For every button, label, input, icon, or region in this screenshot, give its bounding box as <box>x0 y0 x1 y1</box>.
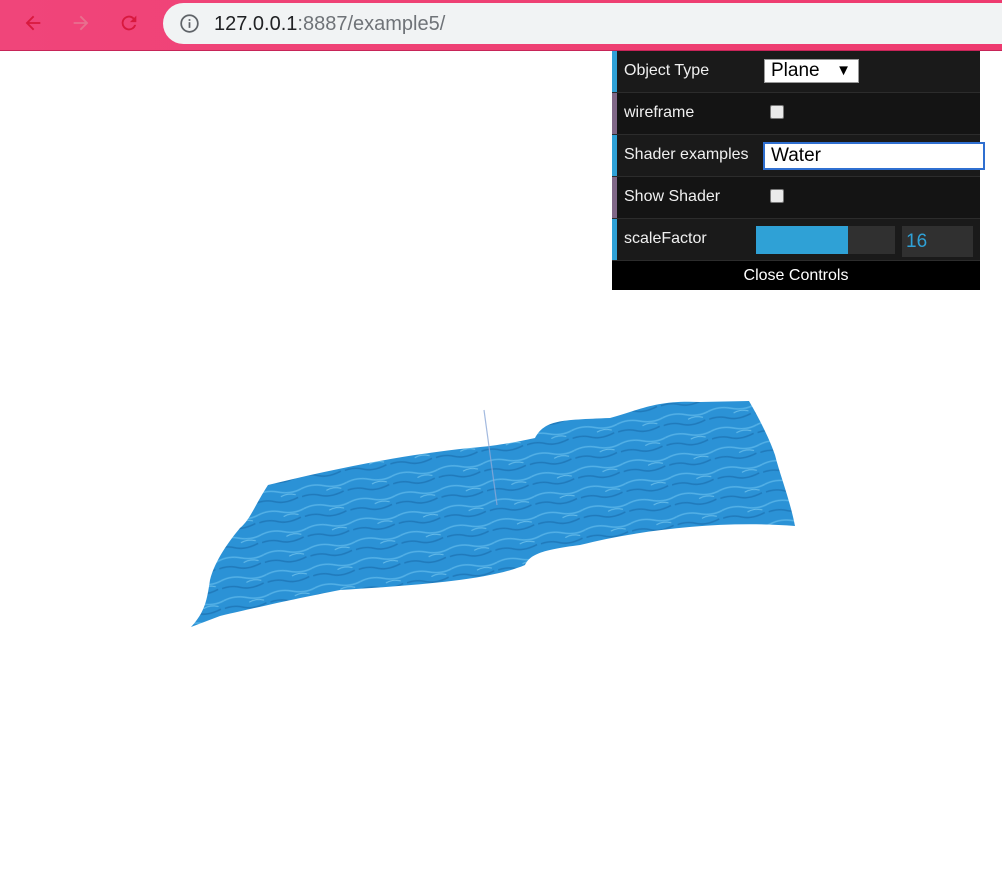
scale-factor-input[interactable]: 16 <box>902 226 973 257</box>
dropdown-arrow-icon: ▼ <box>836 62 851 79</box>
scale-factor-label: scaleFactor <box>624 230 707 247</box>
shader-examples-row: Shader examples Water <box>612 135 985 177</box>
shader-examples-select[interactable]: Water <box>763 142 985 170</box>
shader-examples-value: Water <box>771 145 821 166</box>
row-stripe <box>612 93 617 134</box>
show-shader-checkbox[interactable] <box>770 189 784 203</box>
object-type-label: Object Type <box>624 62 710 79</box>
reload-button[interactable] <box>114 8 144 38</box>
row-stripe <box>612 177 617 218</box>
scale-factor-slider[interactable] <box>756 226 895 254</box>
object-type-value: Plane <box>771 60 820 81</box>
reload-icon <box>121 15 137 31</box>
wireframe-row: wireframe <box>612 93 980 135</box>
show-shader-row: Show Shader <box>612 177 980 219</box>
forward-button[interactable] <box>66 8 96 38</box>
forward-arrow-icon <box>73 15 89 31</box>
address-bar[interactable]: 127.0.0.1:8887/example5/ <box>163 3 1002 44</box>
url-host: 127.0.0.1 <box>214 13 298 35</box>
slider-fill <box>756 226 848 254</box>
row-stripe <box>612 219 617 260</box>
back-button[interactable] <box>18 8 48 38</box>
object-type-row: Object Type Plane ▼ <box>612 51 980 93</box>
browser-toolbar: 127.0.0.1:8887/example5/ <box>0 0 1002 51</box>
wireframe-label: wireframe <box>624 104 695 121</box>
scale-factor-row: scaleFactor 16 <box>612 219 980 261</box>
url-path: :8887/example5/ <box>297 13 446 35</box>
info-icon[interactable] <box>179 13 200 34</box>
controls-panel: Object Type Plane ▼ wireframe Shader exa… <box>612 51 985 290</box>
row-stripe <box>612 135 617 176</box>
show-shader-label: Show Shader <box>624 188 721 205</box>
back-arrow-icon <box>25 15 41 31</box>
wireframe-checkbox[interactable] <box>770 105 784 119</box>
close-controls-button[interactable]: Close Controls <box>612 261 980 290</box>
url-text[interactable]: 127.0.0.1:8887/example5/ <box>214 12 445 36</box>
object-type-select[interactable]: Plane ▼ <box>764 59 859 83</box>
water-surface <box>191 401 795 627</box>
row-stripe <box>612 51 617 92</box>
shader-examples-label: Shader examples <box>624 146 749 163</box>
